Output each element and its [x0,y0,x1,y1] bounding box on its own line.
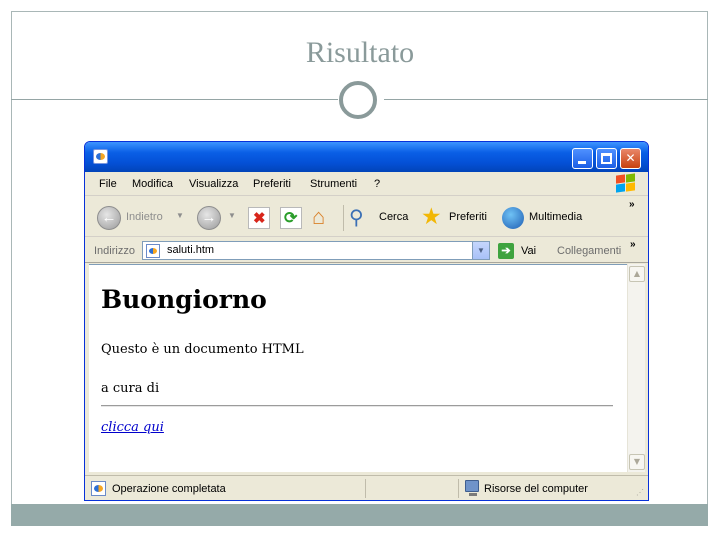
refresh-button[interactable]: ⟳ [280,207,302,229]
media-button[interactable] [502,207,524,229]
ie-page-icon[interactable] [93,149,108,164]
menu-visualizza[interactable]: Visualizza [189,178,238,190]
page-content: Buongiorno Questo è un documento HTML a … [89,264,627,472]
menu-modifica[interactable]: Modifica [132,178,173,190]
scroll-down-button[interactable]: ▼ [629,454,645,470]
media-label[interactable]: Multimedia [529,211,582,223]
windows-flag-icon [614,173,636,194]
address-bar: Indirizzo saluti.htm ▼ ➔ Vai Collegament… [85,238,648,263]
links-chevron[interactable]: » [630,239,636,250]
page-paragraph: Questo è un documento HTML [101,342,304,357]
close-icon: ✕ [625,151,636,165]
maximize-button[interactable] [596,148,617,169]
go-button[interactable]: Vai [521,245,536,257]
favorites-star-icon: ★ [421,203,442,229]
go-arrow-icon[interactable]: ➔ [498,243,514,259]
menu-strumenti[interactable]: Strumenti [310,178,357,190]
stop-icon: ✖ [253,210,266,227]
menu-preferiti[interactable]: Preferiti [253,178,291,190]
title-ring-ornament [339,81,377,119]
search-label[interactable]: Cerca [379,211,408,223]
back-arrow-icon: ← [101,209,117,226]
favorites-button[interactable]: ★ [421,203,443,229]
title-divider-left [11,99,338,100]
slide-title: Risultato [305,36,415,69]
search-button[interactable]: ⚲ [349,207,371,229]
standard-toolbar: ← Indietro ▼ → ▼ ✖ ⟳ ⌂ ⚲ Cerca ★ Preferi… [85,197,648,237]
address-input[interactable]: saluti.htm ▼ [142,241,490,260]
forward-arrow-icon: → [201,209,217,226]
minimize-icon [578,161,586,164]
status-text: Operazione completata [112,483,226,495]
back-dropdown-icon[interactable]: ▼ [176,211,184,220]
page-heading: Buongiorno [101,285,267,314]
vertical-scrollbar[interactable]: ▲ ▼ [627,264,645,472]
forward-button[interactable]: → [197,206,221,230]
status-page-icon [91,481,106,496]
status-divider [365,479,366,498]
page-link[interactable]: clicca qui [101,420,164,435]
address-dropdown-icon[interactable]: ▼ [472,242,489,259]
forward-dropdown-icon[interactable]: ▼ [228,211,236,220]
menu-file[interactable]: File [99,178,117,190]
browser-window: ✕ File Modifica Visualizza Preferiti Str… [84,141,649,501]
computer-icon [465,480,479,496]
home-button[interactable]: ⌂ [312,204,334,229]
title-divider-right [384,99,708,100]
back-label: Indietro [126,211,163,223]
horizontal-rule [101,405,613,407]
home-icon: ⌂ [312,204,326,229]
scroll-up-button[interactable]: ▲ [629,266,645,282]
close-button[interactable]: ✕ [620,148,641,169]
refresh-icon: ⟳ [284,210,298,227]
toolbar-chevron[interactable]: » [629,199,635,210]
status-divider [458,479,459,498]
maximize-icon [601,153,612,164]
toolbar-separator [343,205,344,231]
status-bar: Operazione completata Risorse del comput… [85,475,648,500]
stop-button[interactable]: ✖ [248,207,270,229]
back-button[interactable]: ← [97,206,121,230]
slide-footer-bar [11,504,708,526]
status-zone: Risorse del computer [484,483,588,495]
favorites-label[interactable]: Preferiti [449,211,487,223]
menu-help[interactable]: ? [374,178,380,190]
links-label[interactable]: Collegamenti [557,245,621,257]
menu-bar: File Modifica Visualizza Preferiti Strum… [85,172,648,196]
address-value[interactable]: saluti.htm [167,244,214,256]
resize-grip-icon[interactable]: ⋰ [636,488,644,497]
minimize-button[interactable] [572,148,593,169]
address-label: Indirizzo [94,245,135,257]
author-line: a cura di [101,381,160,396]
title-bar[interactable]: ✕ [85,142,648,172]
page-icon [146,244,160,258]
search-magnifier-icon: ⚲ [349,207,364,229]
